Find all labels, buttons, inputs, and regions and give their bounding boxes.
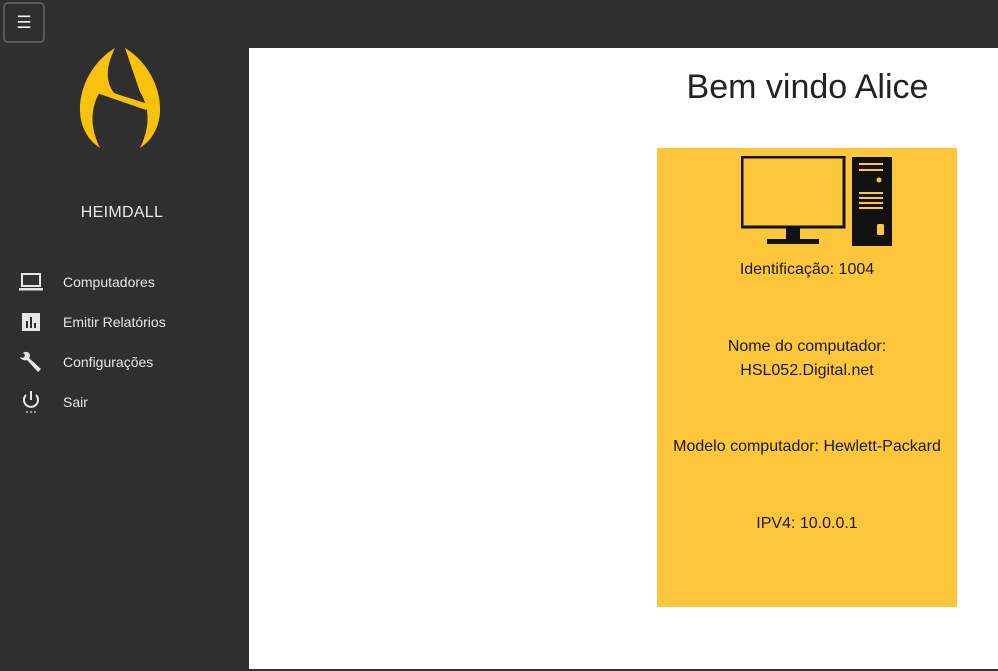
- computer-name-label: Nome do computador:: [727, 338, 887, 355]
- brand-name: HEIMDALL: [80, 204, 164, 221]
- main-content: Bem vindo Alice Identificação: 1004 Nome…: [249, 48, 998, 669]
- computer-ipv4: IPV4: 10.0.0.1: [756, 515, 858, 532]
- top-bar: ☰: [0, 0, 998, 48]
- menu-toggle-button[interactable]: ☰: [3, 2, 45, 43]
- computer-card: Identificação: 1004 Nome do computador: …: [657, 148, 957, 607]
- computer-id: Identificação: 1004: [739, 261, 875, 278]
- bar-chart-icon: [18, 309, 44, 335]
- sidebar-item-label: Configurações: [63, 354, 154, 370]
- power-icon: [18, 389, 44, 415]
- laptop-icon: [18, 269, 44, 295]
- sidebar-item-configuracoes[interactable]: Configurações: [0, 342, 249, 382]
- page-title: Bem vindo Alice: [686, 68, 929, 106]
- computer-name-value: HSL052.Digital.net: [740, 362, 874, 379]
- computer-model: Modelo computador: Hewlett-Packard: [673, 438, 941, 455]
- sidebar-item-label: Emitir Relatórios: [63, 314, 166, 330]
- sidebar-item-emitir-relatorios[interactable]: Emitir Relatórios: [0, 302, 249, 342]
- wrench-icon: [18, 349, 44, 375]
- heimdall-logo: [70, 48, 170, 150]
- sidebar-nav: Computadores Emitir Relatórios Configura…: [0, 262, 249, 422]
- sidebar-item-label: Sair: [63, 394, 88, 410]
- sidebar-item-computadores[interactable]: Computadores: [0, 262, 249, 302]
- desktop-computer-icon: [740, 155, 893, 248]
- sidebar: HEIMDALL Computadores Emitir Relatórios …: [0, 48, 249, 671]
- sidebar-item-label: Computadores: [63, 274, 155, 290]
- sidebar-item-sair[interactable]: Sair: [0, 382, 249, 422]
